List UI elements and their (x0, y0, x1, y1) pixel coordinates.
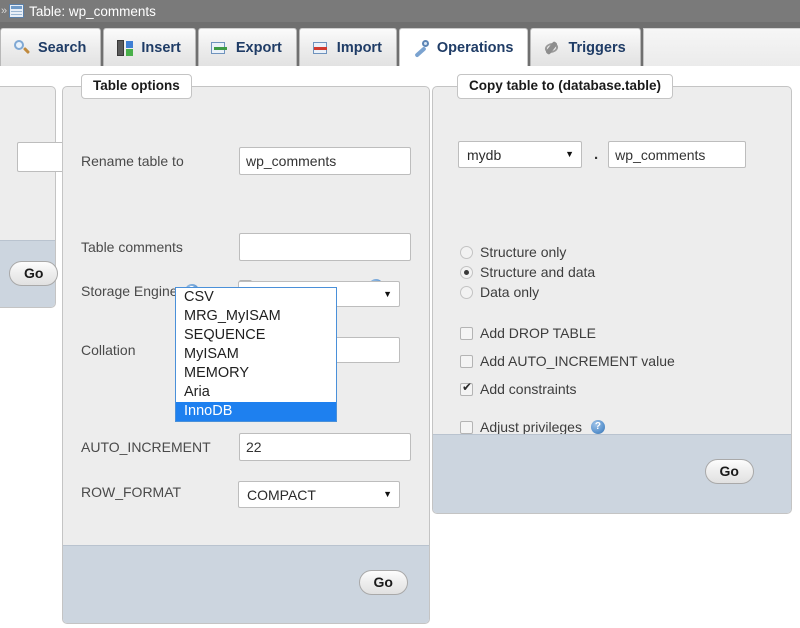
partial-panel-left-input[interactable] (17, 142, 65, 172)
chevron-down-icon: ▼ (383, 489, 392, 499)
storage-engine-label: Storage Engine (81, 283, 178, 299)
tab-bar-filler (642, 28, 800, 66)
tab-label: Search (38, 39, 87, 56)
table-options-go-button[interactable]: Go (358, 570, 408, 595)
tab-import[interactable]: Import (298, 28, 397, 66)
radio-data-only[interactable] (460, 285, 473, 299)
add-constraints-checkbox[interactable] (460, 381, 473, 396)
copy-table-go-button[interactable]: Go (704, 459, 754, 484)
copy-adjust-privileges-checkbox[interactable] (460, 420, 473, 434)
tab-triggers[interactable]: Triggers (530, 28, 641, 66)
help-icon[interactable] (590, 419, 605, 434)
collation-row: Collation (81, 342, 135, 358)
tab-label: Operations (436, 39, 514, 56)
engine-option-innodb[interactable]: InnoDB (176, 402, 336, 421)
copy-table-name-input[interactable] (608, 141, 747, 168)
tab-operations[interactable]: Operations (398, 28, 529, 66)
window-title-bar: » Table: wp_comments (0, 0, 800, 22)
import-icon (312, 39, 330, 57)
add-drop-table-row[interactable]: Add DROP TABLE (460, 325, 596, 341)
radio-label: Data only (480, 284, 540, 300)
copy-database-value: mydb (467, 146, 502, 163)
partial-panel-left-footer: Go (0, 240, 59, 307)
engine-option-myisam[interactable]: MyISAM (176, 345, 336, 364)
tab-label: Import (336, 39, 382, 56)
insert-icon (116, 39, 134, 57)
partial-panel-left: Go (0, 86, 65, 308)
table-comments-label: Table comments (81, 239, 183, 255)
copy-table-panel: Copy table to (database.table) mydb ▼ . … (432, 74, 792, 514)
operations-content: Go Table options Rename table to Adjust … (0, 66, 800, 628)
copy-database-select[interactable]: mydb ▼ (458, 141, 582, 168)
table-icon (9, 4, 25, 18)
tab-export[interactable]: Export (197, 28, 297, 66)
export-icon (210, 39, 229, 57)
add-drop-table-checkbox[interactable] (460, 326, 473, 340)
tab-label: Export (235, 39, 282, 56)
rename-table-label: Rename table to (81, 153, 184, 169)
copy-mode-structure-only[interactable]: Structure only (460, 244, 566, 260)
chevron-down-icon: ▼ (565, 149, 574, 159)
table-comments-row: Table comments (81, 233, 411, 261)
copy-table-legend: Copy table to (database.table) (457, 74, 674, 99)
tab-label: Triggers (568, 39, 626, 56)
copy-adjust-privileges-row[interactable]: Adjust privileges (460, 419, 605, 435)
row-format-value: COMPACT (247, 486, 316, 503)
table-options-footer: Go (63, 545, 429, 623)
checkbox-label: Add DROP TABLE (480, 325, 596, 341)
collation-label: Collation (81, 342, 136, 358)
breadcrumb-chevron-icon: » (1, 4, 8, 17)
copy-target-row: mydb ▼ . (458, 141, 747, 168)
go-button[interactable]: Go (9, 261, 59, 286)
radio-structure-and-data[interactable] (460, 265, 473, 279)
add-auto-increment-checkbox[interactable] (460, 354, 473, 368)
auto-increment-label: AUTO_INCREMENT (81, 439, 211, 455)
engine-option-sequence[interactable]: SEQUENCE (176, 326, 336, 345)
copy-separator: . (594, 146, 599, 163)
copy-mode-structure-and-data[interactable]: Structure and data (460, 264, 595, 280)
radio-label: Structure and data (480, 264, 596, 280)
row-format-select[interactable]: COMPACT ▼ (238, 481, 400, 508)
engine-option-csv[interactable]: CSV (176, 288, 336, 307)
auto-increment-input[interactable] (239, 433, 411, 461)
checkbox-label: Add constraints (480, 381, 577, 397)
search-icon (13, 39, 31, 57)
tab-search[interactable]: Search (0, 28, 102, 66)
tab-bar: Search Insert Export Import Operations T… (0, 22, 800, 66)
row-format-label: ROW_FORMAT (81, 484, 182, 500)
chevron-down-icon: ▼ (383, 288, 392, 299)
tab-insert[interactable]: Insert (103, 28, 196, 66)
auto-increment-row: AUTO_INCREMENT (81, 433, 411, 461)
radio-structure-only[interactable] (460, 245, 473, 259)
engine-option-mrg-myisam[interactable]: MRG_MyISAM (176, 307, 336, 326)
engine-option-aria[interactable]: Aria (176, 383, 336, 402)
add-auto-increment-row[interactable]: Add AUTO_INCREMENT value (460, 353, 675, 369)
wrench-icon (412, 39, 430, 57)
rename-table-input[interactable] (239, 147, 411, 175)
copy-mode-data-only[interactable]: Data only (460, 284, 539, 300)
checkbox-label: Add AUTO_INCREMENT value (480, 353, 675, 369)
storage-engine-dropdown-list[interactable]: CSV MRG_MyISAM SEQUENCE MyISAM MEMORY Ar… (175, 287, 337, 422)
checkbox-label: Adjust privileges (480, 419, 582, 435)
triggers-icon (543, 39, 561, 57)
radio-label: Structure only (480, 244, 567, 260)
table-options-legend: Table options (81, 74, 192, 99)
add-constraints-row[interactable]: Add constraints (460, 381, 577, 397)
tab-label: Insert (141, 39, 181, 56)
page-title: Table: wp_comments (29, 3, 156, 19)
engine-option-memory[interactable]: MEMORY (176, 364, 336, 383)
table-comments-input[interactable] (239, 233, 411, 261)
copy-table-footer: Go (433, 434, 791, 513)
rename-table-row: Rename table to (81, 147, 411, 175)
row-format-row: ROW_FORMAT (81, 484, 181, 500)
